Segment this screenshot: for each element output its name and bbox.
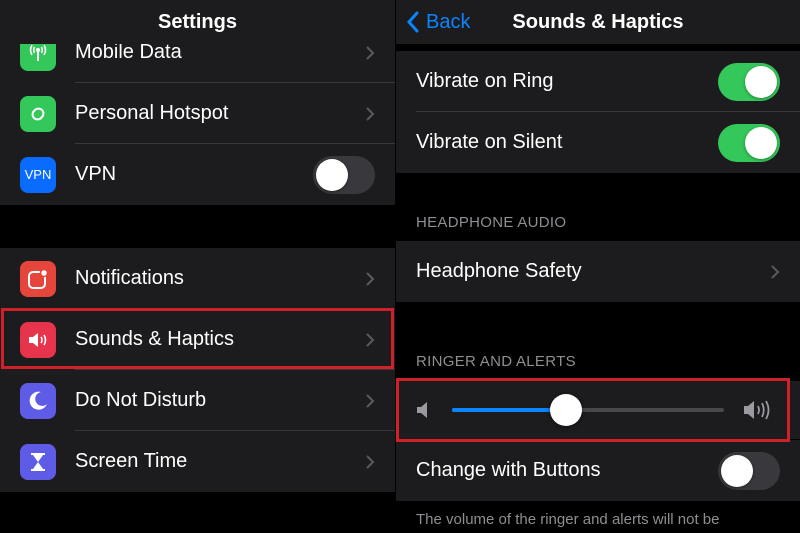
change-with-buttons-row: Change with Buttons (396, 440, 800, 501)
chevron-right-icon (366, 106, 375, 121)
change-with-buttons-label: Change with Buttons (416, 459, 601, 481)
ringer-volume-row (396, 381, 800, 439)
vibrate-on-silent-toggle[interactable] (718, 123, 780, 162)
ringer-volume-slider[interactable] (452, 394, 724, 426)
slider-fill (452, 408, 567, 412)
sounds-nav-bar: Back Sounds & Haptics (396, 0, 800, 44)
vibrate-on-silent-row: Vibrate on Silent (396, 112, 800, 173)
back-button[interactable]: Back (406, 0, 470, 44)
settings-item-label: Sounds & Haptics (75, 328, 234, 350)
vibrate-on-ring-toggle[interactable] (718, 62, 780, 101)
moon-icon (20, 382, 56, 419)
settings-nav-bar: Settings (0, 0, 395, 44)
settings-item-notifications[interactable]: Notifications (0, 248, 395, 309)
network-group: Mobile Data Personal Hotspot VPN VPN (0, 22, 395, 205)
speaker-icon (20, 321, 56, 358)
vibrate-on-ring-label: Vibrate on Ring (416, 70, 554, 92)
settings-item-label: Personal Hotspot (75, 102, 229, 124)
settings-item-personal-hotspot[interactable]: Personal Hotspot (0, 83, 395, 144)
page-title: Settings (158, 10, 237, 33)
headphone-group: Headphone Safety (396, 241, 800, 302)
speaker-low-icon (417, 402, 427, 418)
ringer-footer-text: The volume of the ringer and alerts will… (416, 511, 720, 528)
change-buttons-group: Change with Buttons (396, 440, 800, 501)
vpn-toggle[interactable] (313, 155, 375, 194)
chevron-right-icon (366, 271, 375, 286)
settings-item-screen-time[interactable]: Screen Time (0, 431, 395, 492)
system-group: Notifications Sounds & Haptics Do Not Di… (0, 248, 395, 492)
settings-item-label: Mobile Data (75, 41, 182, 63)
ringer-alerts-header: RINGER AND ALERTS (416, 353, 576, 370)
settings-item-label: VPN (75, 163, 117, 185)
chevron-right-icon (366, 332, 375, 347)
notification-icon (20, 260, 56, 297)
settings-item-label: Screen Time (75, 450, 188, 472)
chevron-right-icon (366, 393, 375, 408)
vibrate-on-ring-row: Vibrate on Ring (396, 51, 800, 112)
settings-item-label: Do Not Disturb (75, 389, 207, 411)
chevron-right-icon (771, 264, 780, 279)
page-title: Sounds & Haptics (512, 10, 684, 33)
slider-thumb[interactable] (550, 394, 583, 426)
chevron-right-icon (366, 454, 375, 469)
headphone-audio-header: HEADPHONE AUDIO (416, 214, 567, 231)
chevron-left-icon (406, 11, 419, 33)
hourglass-icon (20, 443, 56, 480)
headphone-safety-row[interactable]: Headphone Safety (396, 241, 800, 302)
settings-item-label: Notifications (75, 267, 184, 289)
settings-item-sounds-haptics[interactable]: Sounds & Haptics (0, 309, 395, 370)
settings-panel: Settings Mobile Data Personal Hotspot VP… (0, 0, 395, 533)
speaker-high-icon (744, 400, 770, 420)
change-with-buttons-toggle[interactable] (718, 451, 780, 490)
vibrate-on-silent-label: Vibrate on Silent (416, 131, 563, 153)
chevron-right-icon (366, 45, 375, 60)
sounds-haptics-panel: Back Sounds & Haptics Vibrate on Ring Vi… (396, 0, 800, 533)
settings-item-do-not-disturb[interactable]: Do Not Disturb (0, 370, 395, 431)
settings-item-vpn: VPN VPN (0, 144, 395, 205)
vpn-icon: VPN (20, 156, 56, 193)
headphone-safety-label: Headphone Safety (416, 260, 582, 282)
link-icon (20, 95, 56, 132)
vibrate-group: Vibrate on Ring Vibrate on Silent (396, 51, 800, 173)
